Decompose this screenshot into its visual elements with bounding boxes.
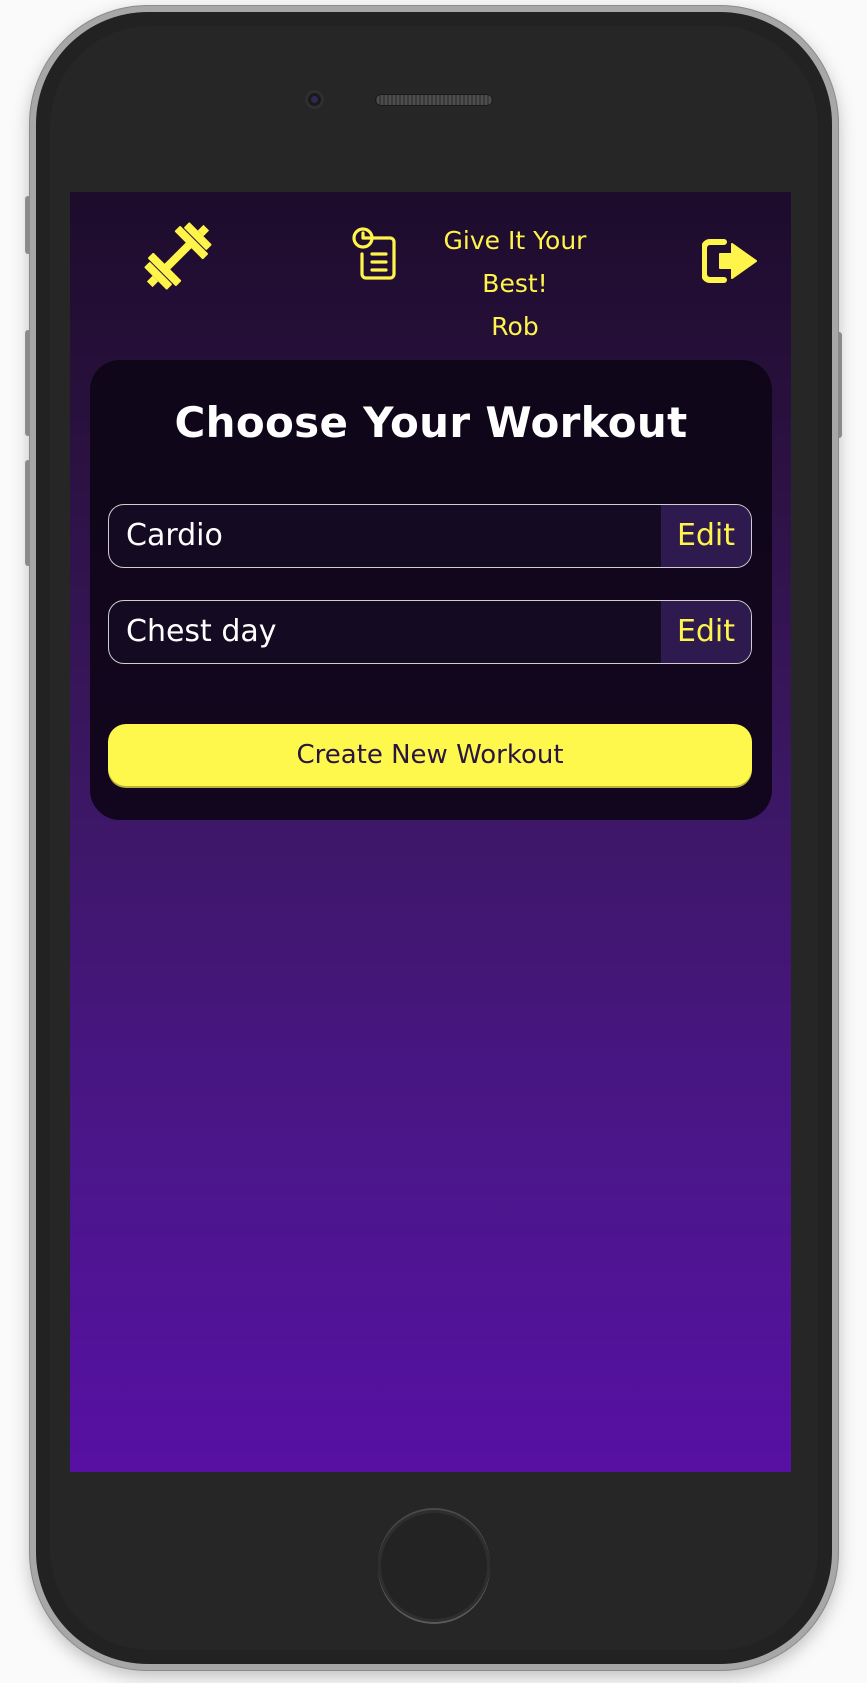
- workout-card: Choose Your Workout Cardio Edit Chest da…: [90, 360, 772, 820]
- dumbbell-icon[interactable]: [136, 214, 220, 298]
- user-name: Rob: [491, 312, 539, 341]
- workout-name[interactable]: Chest day: [126, 601, 277, 663]
- workout-item-cardio[interactable]: Cardio Edit: [108, 504, 752, 568]
- earpiece-speaker: [375, 94, 493, 106]
- greeting-message: Give It Your Best!: [443, 226, 587, 298]
- page-title: Choose Your Workout: [174, 398, 688, 447]
- app-screen: Give It Your Best! Rob Choose Your Worko…: [70, 192, 791, 1472]
- create-workout-button[interactable]: Create New Workout: [108, 724, 752, 786]
- edit-button[interactable]: Edit: [661, 505, 751, 567]
- home-button[interactable]: [378, 1510, 490, 1622]
- workout-item-chest-day[interactable]: Chest day Edit: [108, 600, 752, 664]
- app-header: Give It Your Best! Rob: [70, 192, 791, 341]
- front-camera: [305, 90, 324, 109]
- greeting-text: Give It Your Best! Rob: [410, 219, 620, 348]
- device-mockup: Give It Your Best! Rob Choose Your Worko…: [0, 0, 867, 1683]
- workout-name[interactable]: Cardio: [126, 505, 223, 567]
- clipboard-clock-icon[interactable]: [350, 224, 400, 284]
- edit-button[interactable]: Edit: [661, 601, 751, 663]
- sign-out-icon[interactable]: [702, 238, 758, 284]
